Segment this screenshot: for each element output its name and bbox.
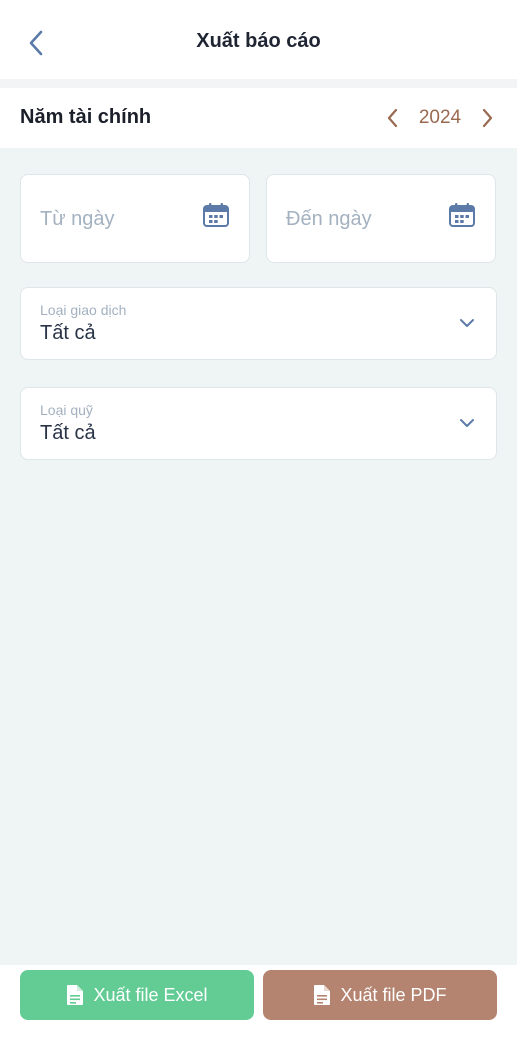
to-date-field[interactable]: Đến ngày [266,174,496,263]
header-divider [0,79,517,88]
export-report-screen: Xuất báo cáo Năm tài chính 2024 Từ ngày [0,0,517,1047]
fiscal-year-label: Năm tài chính [20,106,152,128]
chevron-down-icon [460,419,474,427]
fiscal-year-row: Năm tài chính 2024 [0,88,517,148]
transaction-type-select[interactable]: Loại giao dịch Tất cả [20,287,497,360]
to-date-placeholder: Đến ngày [286,208,372,230]
fund-type-select[interactable]: Loại quỹ Tất cả [20,387,497,460]
app-header: Xuất báo cáo [0,0,517,79]
from-date-field[interactable]: Từ ngày [20,174,250,263]
export-pdf-button[interactable]: Xuất file PDF [263,970,497,1020]
fund-type-value: Tất cả [40,422,96,444]
from-date-placeholder: Từ ngày [40,208,115,230]
previous-year-button[interactable] [380,104,406,132]
chevron-left-icon [387,108,398,128]
document-icon [314,985,331,1005]
calendar-icon[interactable] [448,202,476,228]
calendar-icon[interactable] [202,202,230,228]
transaction-type-label: Loại giao dịch [40,302,127,318]
export-excel-label: Xuất file Excel [93,984,208,1005]
page-title: Xuất báo cáo [196,30,321,52]
transaction-type-value: Tất cả [40,322,96,344]
fiscal-year-value: 2024 [418,107,462,128]
next-year-button[interactable] [474,104,500,132]
fund-type-label: Loại quỹ [40,402,93,418]
bottom-action-bar: Xuất file Excel Xuất file PDF [0,965,517,1047]
chevron-down-icon [460,319,474,327]
chevron-right-icon [482,108,493,128]
export-excel-button[interactable]: Xuất file Excel [20,970,254,1020]
document-icon [67,985,84,1005]
export-pdf-label: Xuất file PDF [340,984,447,1005]
